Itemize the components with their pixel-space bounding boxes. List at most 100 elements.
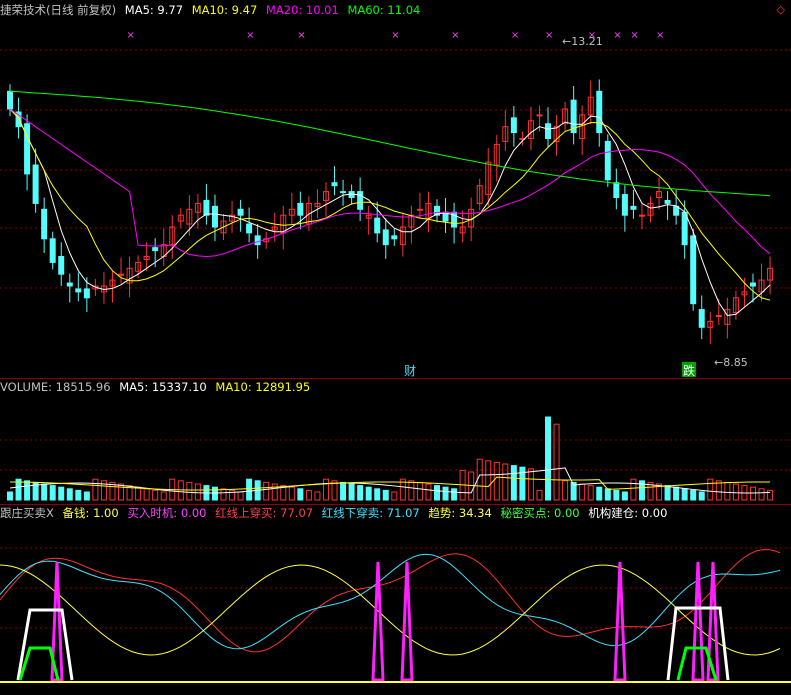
event-marker: 财 — [404, 364, 416, 378]
candle-body — [41, 208, 48, 240]
volume-bar — [732, 483, 739, 501]
ma5-line — [9, 108, 771, 317]
volume-bar — [707, 478, 714, 501]
volume-bar — [604, 488, 611, 501]
volume-bar — [365, 486, 372, 501]
volume-bar — [357, 485, 364, 501]
volume-bar — [237, 491, 244, 501]
buy-signal-spike — [691, 561, 705, 682]
candle-body — [749, 282, 756, 287]
volume-bar — [160, 491, 167, 501]
volume-bar — [724, 481, 731, 501]
candle-body — [237, 208, 244, 216]
candle-body — [596, 90, 603, 134]
candle-body — [681, 211, 688, 246]
volume-bar — [587, 485, 594, 501]
volume-bar — [83, 491, 90, 501]
volume-bar — [451, 488, 458, 501]
volume-bar — [553, 423, 560, 501]
volume-bar — [24, 480, 31, 501]
volume-bar — [194, 483, 201, 501]
volume-bar — [493, 461, 500, 501]
volume-bar — [7, 491, 13, 501]
signal-mark: × — [246, 30, 254, 41]
candle-body — [340, 191, 347, 194]
volume-bar — [527, 468, 534, 501]
volume-bar — [391, 491, 398, 501]
volume-bar — [246, 478, 253, 501]
volume-bar — [425, 483, 432, 501]
volume-bar — [58, 486, 65, 501]
candle-body — [83, 288, 90, 299]
volume-bar — [288, 486, 295, 501]
volume-bar — [758, 488, 765, 501]
candle-body — [673, 205, 680, 216]
trend-line — [0, 564, 781, 656]
cyan-line — [0, 553, 781, 650]
candle-body — [621, 194, 628, 216]
candle-body — [49, 238, 56, 263]
volume-bar — [220, 488, 227, 501]
volume-bar — [630, 478, 637, 501]
ma20-line — [9, 108, 771, 258]
volume-bar — [305, 489, 312, 501]
signal-mark: × — [391, 30, 399, 41]
volume-bar — [442, 486, 449, 501]
volume-bar — [510, 465, 517, 501]
candle-body — [391, 235, 398, 240]
buy-signal-spike — [613, 561, 627, 682]
candle-body — [297, 202, 304, 216]
candle-body — [7, 90, 13, 110]
candle-body — [374, 217, 381, 234]
candle-body — [536, 114, 543, 117]
volume-bar — [186, 481, 193, 501]
candle-body — [203, 199, 210, 216]
signal-mark: × — [545, 30, 553, 41]
candle-body — [664, 199, 671, 204]
candle-body — [331, 182, 338, 187]
low-price-label: ←8.85 — [714, 356, 748, 369]
volume-bar — [485, 460, 492, 501]
volume-bar — [297, 488, 304, 501]
volume-bar — [314, 491, 321, 501]
volume-bar — [211, 486, 218, 501]
candle-body — [75, 288, 82, 293]
volume-bar — [152, 489, 159, 501]
volume-bar — [690, 489, 697, 501]
volume-bar — [322, 478, 329, 501]
signal-mark: × — [630, 30, 638, 41]
candle-body — [613, 182, 620, 198]
candle-body — [254, 235, 261, 246]
volume-bar — [41, 483, 48, 501]
candle-body — [638, 214, 645, 217]
volume-bar — [673, 486, 680, 501]
candle-body — [211, 205, 218, 228]
volume-bar — [664, 485, 671, 501]
volume-bar — [348, 483, 355, 501]
kline-chart[interactable]: × × × × × × × × × × ×←13.21←8.85财跌 — [0, 0, 791, 695]
signal-mark: × — [127, 30, 135, 41]
high-price-label: ←13.21 — [562, 35, 603, 48]
volume-bar — [382, 489, 389, 501]
volume-bar — [715, 480, 722, 501]
volume-bar — [613, 489, 620, 501]
volume-bar — [118, 483, 125, 501]
candle-body — [152, 247, 159, 252]
candle-body — [24, 123, 31, 175]
buy-signal-spike — [400, 561, 414, 682]
ma10-line — [9, 108, 771, 301]
volume-bar — [271, 483, 278, 501]
volume-bar — [749, 486, 756, 501]
candle-body — [118, 273, 125, 276]
candle-body — [246, 223, 253, 234]
signal-mark: × — [656, 30, 664, 41]
candle-body — [510, 117, 517, 134]
volume-bar — [408, 480, 415, 501]
volume-bar — [135, 486, 142, 501]
volume-bar — [92, 478, 99, 501]
volume-bar — [767, 489, 774, 501]
signal-mark: × — [297, 30, 305, 41]
signal-mark: × — [511, 30, 519, 41]
candle-body — [416, 208, 423, 211]
volume-bar — [75, 489, 82, 501]
